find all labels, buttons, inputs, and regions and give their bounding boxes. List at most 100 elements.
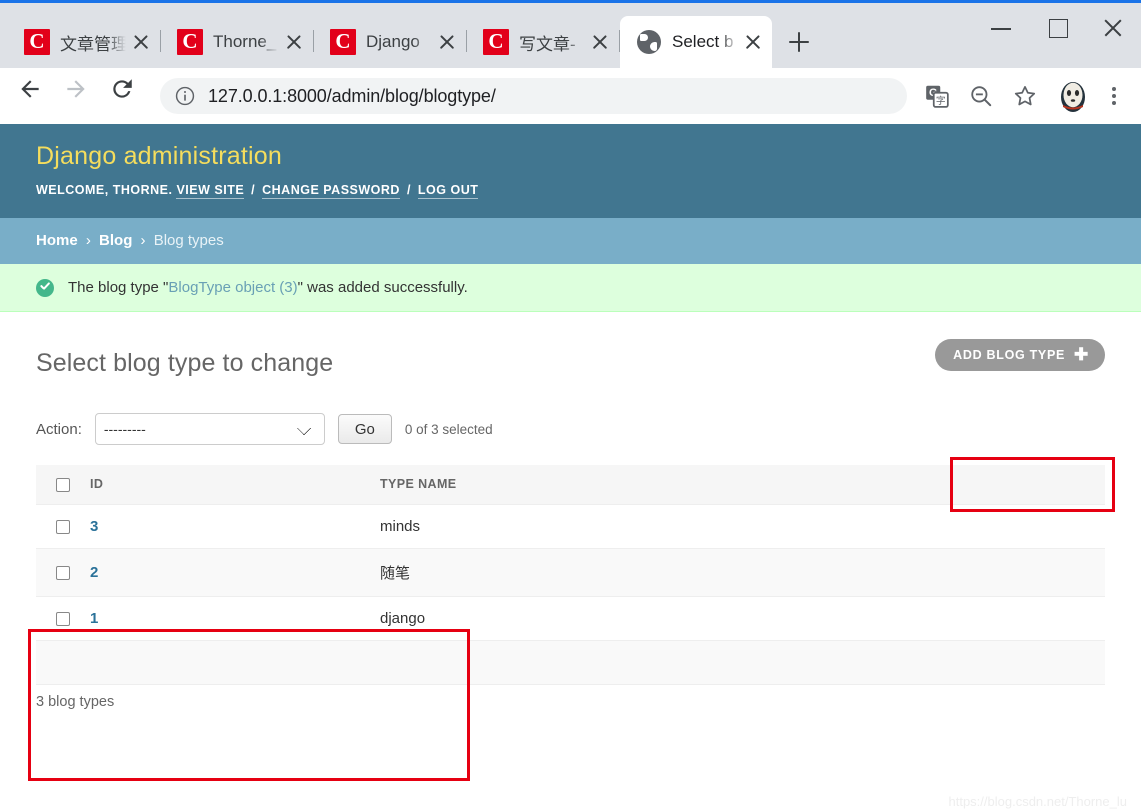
- browser-tab-2[interactable]: C Thorne_: [161, 16, 313, 68]
- browser-tab-4[interactable]: C 写文章-: [467, 16, 619, 68]
- row-checkbox[interactable]: [56, 611, 70, 626]
- forward-arrow-icon[interactable]: [56, 76, 96, 116]
- select-all-checkbox[interactable]: [56, 477, 70, 492]
- tab-title: Django: [366, 32, 420, 51]
- log-out-link[interactable]: LOG OUT: [417, 183, 479, 199]
- action-label: Action:: [36, 420, 82, 438]
- browser-tab-5-active[interactable]: Select b: [620, 16, 772, 68]
- changelist: Action: --------- Delete selected blog t…: [36, 413, 1105, 710]
- row-checkbox[interactable]: [56, 565, 70, 580]
- url-text: 127.0.0.1:8000/admin/blog/blogtype/: [208, 85, 496, 106]
- actions-toolbar: Action: --------- Delete selected blog t…: [36, 413, 1105, 465]
- welcome-text: WELCOME,: [36, 183, 109, 197]
- row-type-name-cell: django: [370, 596, 1105, 641]
- globe-icon: [636, 29, 662, 55]
- tab-title: Thorne_: [213, 32, 277, 51]
- translate-icon[interactable]: G 字: [915, 76, 959, 116]
- username-text: THORNE.: [112, 183, 173, 197]
- site-info-icon[interactable]: [174, 85, 196, 107]
- svg-text:字: 字: [936, 94, 946, 107]
- success-check-icon: [36, 278, 54, 297]
- table-spacer-row: [36, 640, 1105, 685]
- browser-chrome: C 文章管理 C Thorne_ C Django C 写文章- Select …: [0, 0, 1141, 124]
- result-count: 3 blog types: [36, 693, 115, 710]
- reload-icon[interactable]: [102, 76, 142, 116]
- row-checkbox[interactable]: [56, 519, 70, 534]
- selection-counter: 0 of 3 selected: [404, 421, 493, 437]
- table-row[interactable]: 3 minds: [36, 504, 1105, 549]
- row-id-cell: 2: [80, 548, 370, 597]
- django-admin-page: Django administration WELCOME, THORNE. V…: [0, 124, 1141, 812]
- tools-separator: /: [406, 183, 411, 197]
- row-id-cell: 3: [80, 504, 370, 549]
- table-row[interactable]: 1 django: [36, 596, 1105, 641]
- row-id-cell: 1: [80, 596, 370, 641]
- csdn-icon: C: [483, 29, 509, 55]
- breadcrumb: Home › Blog › Blog types: [0, 218, 1141, 264]
- close-icon[interactable]: [128, 29, 154, 55]
- window-close-icon[interactable]: [1085, 6, 1141, 50]
- omnibox-actions: G 字: [915, 74, 1131, 118]
- view-site-link[interactable]: VIEW SITE: [176, 183, 245, 199]
- breadcrumb-current: Blog types: [153, 232, 224, 249]
- zoom-out-icon[interactable]: [959, 76, 1003, 116]
- message-object-name: BlogType object (3): [168, 279, 298, 296]
- column-header-type-name[interactable]: TYPE NAME: [370, 465, 1105, 505]
- watermark-text: https://blog.csdn.net/Thorne_lu: [948, 794, 1127, 809]
- object-tools: ADD BLOG TYPE ✚: [935, 339, 1105, 371]
- row-select-cell[interactable]: [36, 504, 80, 549]
- close-icon[interactable]: [587, 29, 613, 55]
- tab-title: 写文章-: [519, 34, 576, 54]
- admin-header: Django administration WELCOME, THORNE. V…: [0, 124, 1141, 218]
- breadcrumb-blog[interactable]: Blog: [99, 232, 132, 249]
- close-icon[interactable]: [740, 29, 766, 55]
- row-select-cell[interactable]: [36, 596, 80, 641]
- table-header-row: ID TYPE NAME: [36, 465, 1105, 505]
- add-button-label: ADD BLOG TYPE: [953, 348, 1066, 362]
- user-tools: WELCOME, THORNE. VIEW SITE / CHANGE PASS…: [36, 183, 1141, 199]
- add-blog-type-button[interactable]: ADD BLOG TYPE ✚: [935, 339, 1105, 371]
- table-spacer-cell: [36, 640, 1105, 685]
- back-arrow-icon[interactable]: [10, 76, 50, 116]
- tools-separator: /: [251, 183, 256, 197]
- three-dot-menu-icon[interactable]: [1097, 76, 1131, 116]
- row-select-cell[interactable]: [36, 548, 80, 597]
- column-header-id[interactable]: ID: [80, 465, 370, 505]
- close-icon[interactable]: [281, 29, 307, 55]
- browser-tab-3[interactable]: C Django: [314, 16, 466, 68]
- table-head: ID TYPE NAME: [36, 465, 1105, 505]
- minimize-icon[interactable]: [973, 6, 1029, 50]
- breadcrumb-separator: ›: [140, 232, 146, 249]
- message-prefix: The blog type ": [68, 279, 169, 296]
- tab-title: 文章管理: [60, 34, 126, 54]
- breadcrumb-home[interactable]: Home: [36, 232, 78, 249]
- browser-tab-1[interactable]: C 文章管理: [8, 16, 160, 68]
- table-body: 3 minds 2 随笔 1 django: [36, 504, 1105, 685]
- content-main: ADD BLOG TYPE ✚ Select blog type to chan…: [0, 312, 1141, 710]
- maximize-icon[interactable]: [1029, 6, 1085, 50]
- select-all-header[interactable]: [36, 465, 80, 505]
- no-face-avatar[interactable]: [1051, 74, 1095, 118]
- site-title: Django administration: [36, 142, 282, 170]
- go-button[interactable]: Go: [337, 414, 392, 444]
- address-bar[interactable]: 127.0.0.1:8000/admin/blog/blogtype/: [160, 78, 907, 114]
- row-id-link[interactable]: 1: [90, 610, 98, 627]
- window-controls: [973, 6, 1141, 50]
- bookmark-star-icon[interactable]: [1003, 76, 1047, 116]
- results-table: ID TYPE NAME 3 minds 2 随笔 1 django: [36, 465, 1105, 685]
- csdn-icon: C: [24, 29, 50, 55]
- row-type-name-cell: minds: [370, 504, 1105, 549]
- row-type-name-cell: 随笔: [370, 548, 1105, 597]
- row-id-link[interactable]: 3: [90, 518, 98, 535]
- action-select[interactable]: --------- Delete selected blog types: [94, 413, 325, 445]
- success-message-banner: The blog type " BlogType object (3) " was …: [0, 264, 1141, 312]
- breadcrumb-separator: ›: [85, 232, 91, 249]
- table-row[interactable]: 2 随笔: [36, 548, 1105, 597]
- row-id-link[interactable]: 2: [90, 564, 98, 581]
- csdn-icon: C: [330, 29, 356, 55]
- csdn-icon: C: [177, 29, 203, 55]
- plus-icon: ✚: [1074, 345, 1089, 364]
- new-tab-button[interactable]: [782, 25, 816, 59]
- close-icon[interactable]: [434, 29, 460, 55]
- change-password-link[interactable]: CHANGE PASSWORD: [262, 183, 400, 199]
